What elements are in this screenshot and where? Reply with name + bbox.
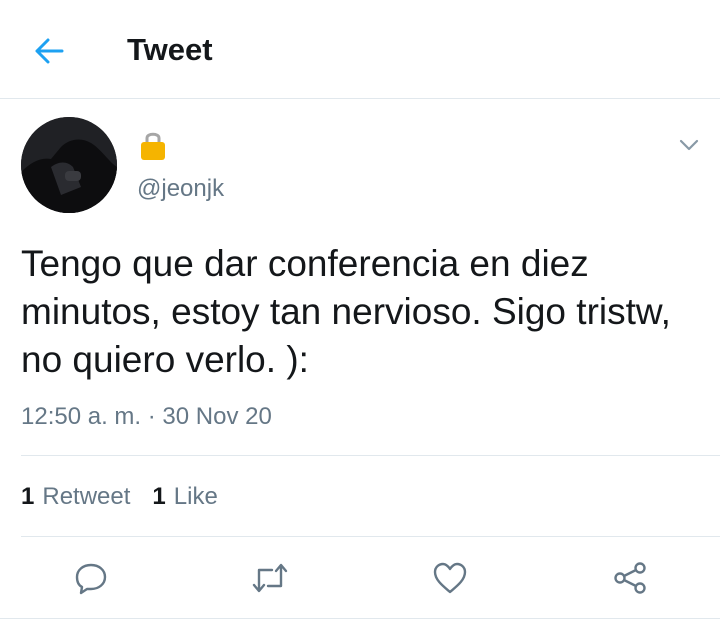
share-button[interactable] <box>610 558 650 598</box>
divider <box>21 536 720 537</box>
top-bar: Tweet <box>0 0 720 99</box>
lock-icon <box>141 132 165 160</box>
retweets-count: 1 <box>21 483 35 510</box>
likes-label: Like <box>173 483 218 510</box>
back-button[interactable] <box>30 32 68 70</box>
retweets-stat[interactable]: 1 Retweet <box>21 481 130 513</box>
retweet-button[interactable] <box>250 558 290 598</box>
likes-stat[interactable]: 1 Like <box>152 481 217 513</box>
tweet-detail-page: Tweet @jeonjk Tengo que dar conferencia … <box>0 0 720 631</box>
reply-button[interactable] <box>71 558 111 598</box>
retweets-label: Retweet <box>42 483 131 510</box>
like-button[interactable] <box>430 558 470 598</box>
more-options-button[interactable] <box>676 132 702 158</box>
reply-icon <box>75 563 107 595</box>
tweet-timestamp: 12:50 a. m. · 30 Nov 20 <box>21 403 272 430</box>
chevron-down-icon <box>679 139 699 151</box>
retweet-icon <box>252 563 288 593</box>
divider <box>21 455 720 456</box>
tweet-stats: 1 Retweet 1 Like <box>21 481 240 513</box>
avatar-image <box>21 117 117 213</box>
share-icon <box>614 562 646 594</box>
tweet-text: Tengo que dar conferencia en diez minuto… <box>21 243 671 380</box>
like-icon <box>433 562 467 594</box>
likes-count: 1 <box>152 483 166 510</box>
avatar[interactable] <box>21 117 117 213</box>
arrow-left-icon <box>35 38 64 64</box>
author-handle[interactable]: @jeonjk <box>137 174 224 204</box>
divider <box>0 618 720 619</box>
page-title: Tweet <box>127 32 213 67</box>
